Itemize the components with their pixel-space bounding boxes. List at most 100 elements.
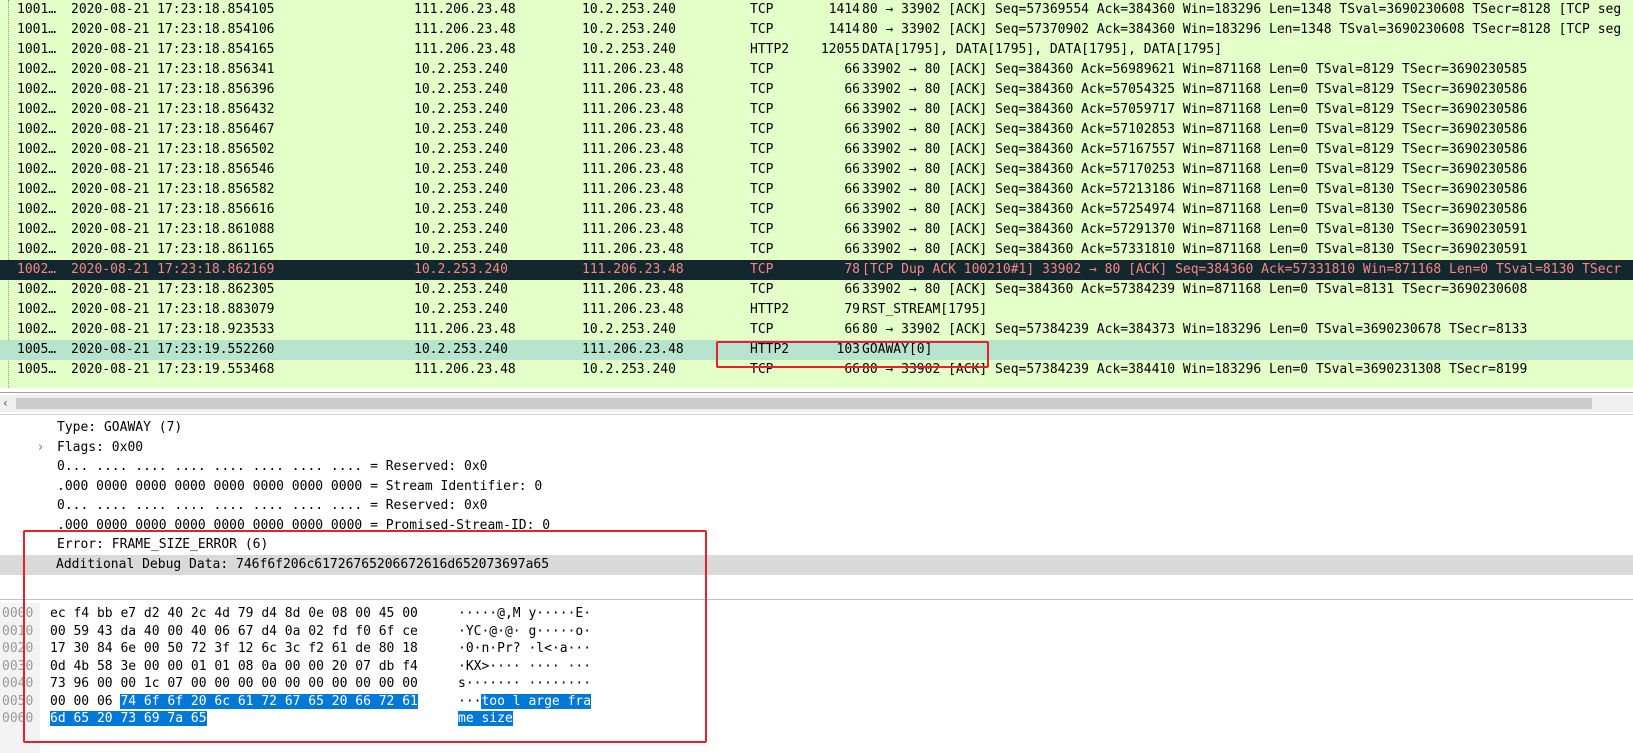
packet-cell-info: [TCP Dup ACK 100210#1] 33902 → 80 [ACK] … xyxy=(862,262,1622,277)
packet-cell-no: 1002… xyxy=(17,102,57,117)
packet-cell-src: 10.2.253.240 xyxy=(414,302,508,317)
packet-cell-proto: TCP xyxy=(750,242,774,257)
packet-cell-src: 10.2.253.240 xyxy=(414,182,508,197)
packet-row[interactable]: 1002… 2020-08-21 17:23:18.861165 10.2.253.… xyxy=(0,240,1633,260)
packet-cell-info: 33902 → 80 [ACK] Seq=384360 Ack=57054325… xyxy=(862,82,1528,97)
packet-cell-info: 33902 → 80 [ACK] Seq=384360 Ack=57254974… xyxy=(862,202,1528,217)
packet-cell-proto: TCP xyxy=(750,82,774,97)
packet-row[interactable]: 1002… 2020-08-21 17:23:18.856502 10.2.253.… xyxy=(0,140,1633,160)
packet-cell-proto: TCP xyxy=(750,322,774,337)
packet-cell-dst: 10.2.253.240 xyxy=(582,2,676,17)
packet-cell-len: 1414 xyxy=(828,2,860,17)
packet-cell-proto: TCP xyxy=(750,162,774,177)
packet-row[interactable]: 1002… 2020-08-21 17:23:18.861088 10.2.253.… xyxy=(0,220,1633,240)
packet-cell-dst: 111.206.23.48 xyxy=(582,282,684,297)
packet-cell-src: 10.2.253.240 xyxy=(414,62,508,77)
packet-row[interactable]: 1002… 2020-08-21 17:23:18.923533 111.206.2… xyxy=(0,320,1633,340)
packet-cell-time: 2020-08-21 17:23:18.854106 xyxy=(71,22,275,37)
packet-cell-time: 2020-08-21 17:23:18.856396 xyxy=(71,82,275,97)
packet-cell-time: 2020-08-21 17:23:18.856467 xyxy=(71,122,275,137)
packet-cell-len: 66 xyxy=(844,222,860,237)
packet-row[interactable]: 1002… 2020-08-21 17:23:18.856396 10.2.253.… xyxy=(0,80,1633,100)
packet-cell-time: 2020-08-21 17:23:18.862305 xyxy=(71,282,275,297)
packet-cell-proto: TCP xyxy=(750,202,774,217)
packet-row[interactable]: 1002… 2020-08-21 17:23:18.856432 10.2.253.… xyxy=(0,100,1633,120)
error-annotation-box xyxy=(23,530,707,743)
packet-cell-len: 1414 xyxy=(828,22,860,37)
packet-cell-time: 2020-08-21 17:23:18.862169 xyxy=(71,262,275,277)
packet-cell-no: 1001… xyxy=(17,22,57,37)
packet-row[interactable]: 1001… 2020-08-21 17:23:18.854106 111.206.2… xyxy=(0,20,1633,40)
packet-cell-proto: TCP xyxy=(750,22,774,37)
packet-cell-time: 2020-08-21 17:23:18.883079 xyxy=(71,302,275,317)
goaway-annotation-box xyxy=(716,341,989,368)
packet-cell-no: 1002… xyxy=(17,142,57,157)
packet-cell-dst: 111.206.23.48 xyxy=(582,142,684,157)
packet-cell-info: 33902 → 80 [ACK] Seq=384360 Ack=57291370… xyxy=(862,222,1528,237)
packet-list-horizontal-scrollbar[interactable]: ‹ xyxy=(0,395,1633,412)
packet-cell-time: 2020-08-21 17:23:18.856341 xyxy=(71,62,275,77)
packet-cell-len: 66 xyxy=(844,322,860,337)
packet-cell-dst: 111.206.23.48 xyxy=(582,222,684,237)
scrollbar-thumb[interactable] xyxy=(16,398,1592,409)
packet-cell-src: 10.2.253.240 xyxy=(414,222,508,237)
packet-cell-time: 2020-08-21 17:23:18.861088 xyxy=(71,222,275,237)
packet-cell-dst: 111.206.23.48 xyxy=(582,302,684,317)
packet-cell-no: 1002… xyxy=(17,82,57,97)
packet-cell-info: 33902 → 80 [ACK] Seq=384360 Ack=56989621… xyxy=(862,62,1528,77)
packet-cell-time: 2020-08-21 17:23:18.854105 xyxy=(71,2,275,17)
packet-row[interactable]: 1002… 2020-08-21 17:23:18.883079 10.2.253.… xyxy=(0,300,1633,320)
packet-cell-no: 1002… xyxy=(17,202,57,217)
packet-cell-len: 78 xyxy=(844,262,860,277)
packet-cell-len: 66 xyxy=(844,282,860,297)
packet-cell-dst: 111.206.23.48 xyxy=(582,202,684,217)
packet-cell-len: 66 xyxy=(844,102,860,117)
detail-line[interactable]: .000 0000 0000 0000 0000 0000 0000 0000 … xyxy=(0,477,1633,497)
packet-row[interactable]: 1002… 2020-08-21 17:23:18.856546 10.2.253.… xyxy=(0,160,1633,180)
packet-cell-proto: TCP xyxy=(750,262,774,277)
packet-cell-len: 66 xyxy=(844,242,860,257)
detail-line[interactable]: 0... .... .... .... .... .... .... .... … xyxy=(0,496,1633,516)
packet-row[interactable]: 1002… 2020-08-21 17:23:18.856467 10.2.253.… xyxy=(0,120,1633,140)
packet-cell-src: 10.2.253.240 xyxy=(414,282,508,297)
packet-cell-info: 33902 → 80 [ACK] Seq=384360 Ack=57384239… xyxy=(862,282,1528,297)
detail-line[interactable]: › Flags: 0x00 xyxy=(0,438,1633,458)
packet-cell-info: DATA[1795], DATA[1795], DATA[1795], DATA… xyxy=(862,42,1223,57)
packet-cell-src: 111.206.23.48 xyxy=(414,2,516,17)
packet-cell-dst: 111.206.23.48 xyxy=(582,122,684,137)
packet-cell-src: 111.206.23.48 xyxy=(414,322,516,337)
packet-cell-proto: TCP xyxy=(750,142,774,157)
packet-cell-info: 33902 → 80 [ACK] Seq=384360 Ack=57170253… xyxy=(862,162,1528,177)
packet-cell-src: 10.2.253.240 xyxy=(414,162,508,177)
packet-row[interactable]: 1002… 2020-08-21 17:23:18.862305 10.2.253.… xyxy=(0,280,1633,300)
packet-cell-no: 1002… xyxy=(17,62,57,77)
detail-text: 0... .... .... .... .... .... .... .... … xyxy=(57,459,488,474)
packet-cell-info: 33902 → 80 [ACK] Seq=384360 Ack=57102853… xyxy=(862,122,1528,137)
detail-line[interactable]: Type: GOAWAY (7) xyxy=(0,418,1633,438)
packet-cell-len: 66 xyxy=(844,162,860,177)
packet-row[interactable]: 1002… 2020-08-21 17:23:18.856341 10.2.253.… xyxy=(0,60,1633,80)
packet-list[interactable]: 1001… 2020-08-21 17:23:18.854105 111.206.2… xyxy=(0,0,1633,388)
packet-cell-info: 33902 → 80 [ACK] Seq=384360 Ack=57167557… xyxy=(862,142,1528,157)
packet-cell-dst: 10.2.253.240 xyxy=(582,322,676,337)
scroll-left-arrow-icon[interactable]: ‹ xyxy=(3,395,8,412)
packet-cell-no: 1002… xyxy=(17,122,57,137)
pane-divider[interactable] xyxy=(0,392,1633,393)
packet-cell-proto: TCP xyxy=(750,282,774,297)
detail-line[interactable]: 0... .... .... .... .... .... .... .... … xyxy=(0,457,1633,477)
packet-row[interactable]: 1001… 2020-08-21 17:23:18.854165 111.206.2… xyxy=(0,40,1633,60)
packet-row[interactable]: 1001… 2020-08-21 17:23:18.854105 111.206.2… xyxy=(0,0,1633,20)
packet-cell-info: 33902 → 80 [ACK] Seq=384360 Ack=57213186… xyxy=(862,182,1528,197)
expand-chevron-icon[interactable]: › xyxy=(38,438,43,458)
packet-cell-len: 66 xyxy=(844,122,860,137)
packet-cell-proto: HTTP2 xyxy=(750,302,790,317)
packet-row[interactable]: 1002… 2020-08-21 17:23:18.856616 10.2.253.… xyxy=(0,200,1633,220)
packet-cell-src: 10.2.253.240 xyxy=(414,262,508,277)
packet-row[interactable]: 1002… 2020-08-21 17:23:18.862169 10.2.253.… xyxy=(0,260,1633,280)
packet-cell-proto: TCP xyxy=(750,102,774,117)
packet-cell-proto: TCP xyxy=(750,182,774,197)
packet-row[interactable]: 1002… 2020-08-21 17:23:18.856582 10.2.253.… xyxy=(0,180,1633,200)
packet-cell-src: 10.2.253.240 xyxy=(414,202,508,217)
packet-cell-src: 111.206.23.48 xyxy=(414,22,516,37)
packet-cell-time: 2020-08-21 17:23:18.856546 xyxy=(71,162,275,177)
